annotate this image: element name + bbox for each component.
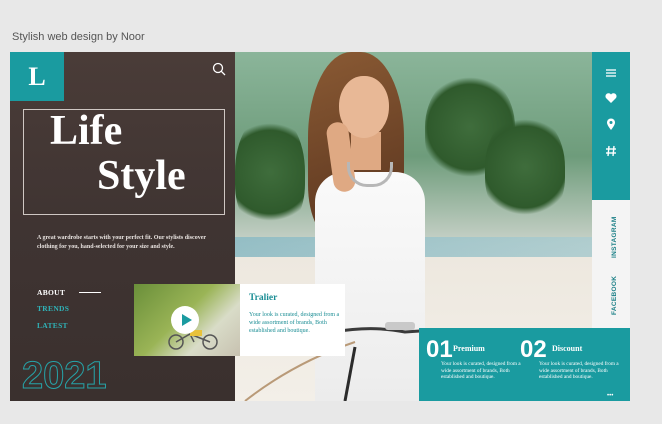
hero-title-line1: Life (50, 108, 123, 154)
palm-tree (485, 112, 565, 222)
trailer-description: Your look is curated, designed from a wi… (249, 312, 340, 334)
heart-icon[interactable] (604, 91, 618, 105)
trailer-title: Tralier (249, 293, 278, 303)
bicycle-image (168, 330, 218, 350)
design-frame: L Life Style A great wardrobe starts wit… (10, 52, 630, 401)
feature-description: Your look is curated, designed from a wi… (441, 361, 521, 380)
features-panel: 01 Premium Your look is curated, designe… (419, 328, 630, 401)
hero-description: A great wardrobe starts with your perfec… (37, 235, 206, 250)
nav-item-about[interactable]: ABOUT (37, 288, 65, 297)
sidebar-icons-panel (592, 52, 630, 200)
feature-title-discount: Discount (552, 344, 583, 353)
canvas-title: Stylish web design by Noor (12, 31, 145, 43)
feature-number: 01 (426, 336, 453, 363)
social-link-facebook[interactable]: FACEBOOK (611, 276, 618, 315)
trailer-card: Tralier Your look is curated, designed f… (134, 284, 345, 356)
feature-title-premium: Premium (453, 344, 485, 353)
play-button[interactable] (171, 306, 199, 334)
hero-title-line2: Style (97, 153, 186, 199)
nav-item-latest[interactable]: LATEST (37, 321, 68, 330)
search-icon[interactable] (212, 62, 226, 76)
logo[interactable]: L (10, 52, 64, 101)
nav-active-indicator (79, 292, 101, 293)
trailer-thumbnail (134, 284, 240, 356)
feature-description: Your look is curated, designed from a wi… (539, 361, 619, 380)
menu-icon[interactable] (604, 66, 618, 80)
social-link-instagram[interactable]: INSTAGRAM (611, 216, 618, 258)
play-icon (181, 314, 192, 326)
location-pin-icon[interactable] (604, 117, 618, 131)
more-icon[interactable]: ••• (607, 393, 613, 399)
palm-tree (235, 112, 305, 232)
feature-number: 02 (520, 336, 547, 363)
year-label: 2021 (22, 355, 108, 398)
nav-item-trends[interactable]: TRENDS (37, 304, 69, 313)
hashtag-icon[interactable] (604, 144, 618, 158)
